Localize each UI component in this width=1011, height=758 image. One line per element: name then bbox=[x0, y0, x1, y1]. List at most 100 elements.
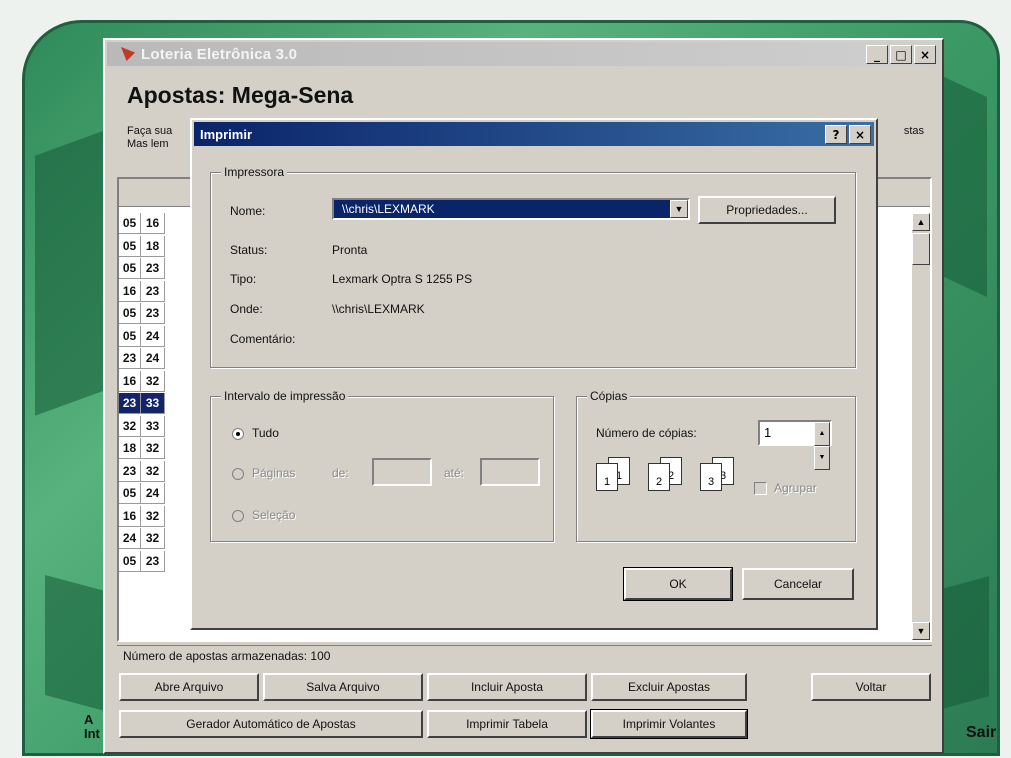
table-cell: 16 bbox=[119, 505, 141, 527]
dialog-titlebar[interactable]: Imprimir ? × bbox=[194, 122, 874, 146]
table-row[interactable]: 05 23 bbox=[119, 258, 165, 281]
app-titlebar[interactable]: Loteria Eletrônica 3.0 _ □ × bbox=[107, 42, 940, 66]
table-cell: 32 bbox=[141, 438, 165, 459]
stepper-down-icon[interactable]: ▼ bbox=[814, 446, 830, 470]
page-icon: 3 bbox=[700, 463, 722, 491]
print-slips-button[interactable]: Imprimir Volantes bbox=[590, 709, 748, 739]
open-file-button[interactable]: Abre Arquivo bbox=[119, 673, 259, 701]
table-row[interactable]: 05 23 bbox=[119, 303, 165, 326]
table-cell: 23 bbox=[141, 550, 165, 572]
where-label: Onde: bbox=[230, 302, 263, 316]
table-cell: 16 bbox=[119, 280, 141, 302]
properties-button[interactable]: Propriedades... bbox=[698, 196, 836, 224]
scroll-thumb[interactable] bbox=[912, 233, 930, 265]
table-cell: 23 bbox=[119, 393, 141, 414]
where-value: \\chris\LEXMARK bbox=[332, 302, 425, 316]
green-shape bbox=[35, 130, 105, 416]
printer-group-label: Impressora bbox=[221, 165, 288, 179]
stepper-up-icon[interactable]: ▲ bbox=[814, 422, 830, 446]
table-cell: 23 bbox=[141, 303, 165, 324]
table-cell: 32 bbox=[141, 460, 165, 482]
table-rows: 05 16 05 18 05 23 16 23 05 23 05 24 23 24 16 32 23 33 32 33… bbox=[119, 213, 165, 573]
table-row[interactable]: 05 16 bbox=[119, 213, 165, 236]
collate-pages-icon: 1 1 bbox=[596, 457, 640, 497]
app-icon bbox=[121, 47, 135, 61]
table-cell: 05 bbox=[119, 550, 141, 572]
help-button[interactable]: ? bbox=[825, 125, 847, 144]
collate-checkbox[interactable] bbox=[754, 482, 767, 495]
table-row[interactable]: 16 32 bbox=[119, 370, 165, 394]
cancel-button[interactable]: Cancelar bbox=[742, 568, 854, 600]
dialog-close-button[interactable]: × bbox=[849, 125, 871, 144]
table-cell: 05 bbox=[119, 303, 141, 324]
close-button[interactable]: × bbox=[914, 45, 936, 64]
table-cell: 33 bbox=[141, 393, 165, 414]
status-value: Pronta bbox=[332, 243, 368, 257]
status-label: Status: bbox=[230, 243, 268, 257]
table-cell: 23 bbox=[141, 280, 165, 302]
table-cell: 32 bbox=[141, 505, 165, 527]
table-cell: 18 bbox=[141, 235, 165, 257]
table-cell: 24 bbox=[141, 483, 165, 504]
vertical-scrollbar[interactable]: ▲ ▼ bbox=[912, 213, 930, 640]
table-cell: 24 bbox=[119, 528, 141, 549]
print-table-button[interactable]: Imprimir Tabela bbox=[427, 710, 587, 738]
table-row[interactable]: 32 33 bbox=[119, 415, 165, 439]
table-row[interactable]: 23 32 bbox=[119, 460, 165, 484]
radio-pages[interactable] bbox=[232, 468, 244, 480]
dialog-title: Imprimir bbox=[200, 126, 253, 142]
minimize-button[interactable]: _ bbox=[866, 45, 888, 64]
add-bet-button[interactable]: Incluir Aposta bbox=[427, 673, 587, 701]
maximize-button[interactable]: □ bbox=[890, 45, 912, 64]
table-row[interactable]: 05 18 bbox=[119, 235, 165, 259]
table-cell: 32 bbox=[141, 528, 165, 549]
to-label: até: bbox=[444, 466, 465, 480]
table-row[interactable]: 05 24 bbox=[119, 483, 165, 506]
scroll-down-icon[interactable]: ▼ bbox=[912, 622, 930, 640]
table-row[interactable]: 05 23 bbox=[119, 550, 165, 574]
table-row[interactable]: 18 32 bbox=[119, 438, 165, 461]
back-button[interactable]: Voltar bbox=[811, 673, 931, 701]
green-shape bbox=[939, 576, 989, 710]
table-row[interactable]: 23 33 bbox=[119, 393, 165, 416]
table-row[interactable]: 05 24 bbox=[119, 325, 165, 349]
table-cell: 32 bbox=[119, 415, 141, 437]
ok-button[interactable]: OK bbox=[623, 567, 733, 601]
table-cell: 05 bbox=[119, 213, 141, 234]
type-value: Lexmark Optra S 1255 PS bbox=[332, 272, 473, 286]
page-title: Apostas: Mega-Sena bbox=[127, 82, 354, 108]
auto-generator-button[interactable]: Gerador Automático de Apostas bbox=[119, 710, 423, 738]
to-page-input[interactable] bbox=[480, 458, 540, 486]
scroll-up-icon[interactable]: ▲ bbox=[912, 213, 930, 231]
table-cell: 33 bbox=[141, 415, 165, 437]
table-cell: 18 bbox=[119, 438, 141, 459]
table-cell: 23 bbox=[119, 348, 141, 369]
type-label: Tipo: bbox=[230, 272, 257, 286]
selection-label: Seleção bbox=[252, 508, 296, 522]
page-icon: 1 bbox=[596, 463, 618, 491]
page-icon: 2 bbox=[648, 463, 670, 491]
table-row[interactable]: 24 32 bbox=[119, 528, 165, 551]
radio-all[interactable] bbox=[232, 428, 244, 440]
from-page-input[interactable] bbox=[372, 458, 432, 486]
table-cell: 16 bbox=[141, 213, 165, 234]
chevron-down-icon[interactable]: ▼ bbox=[670, 200, 688, 218]
save-file-button[interactable]: Salva Arquivo bbox=[263, 673, 423, 701]
radio-selection[interactable] bbox=[232, 510, 244, 522]
delete-bets-button[interactable]: Excluir Apostas bbox=[591, 673, 747, 701]
copies-stepper[interactable]: 1 ▲ ▼ bbox=[758, 420, 832, 470]
green-shape bbox=[45, 574, 105, 712]
comment-label: Comentário: bbox=[230, 332, 296, 346]
table-cell: 05 bbox=[119, 483, 141, 504]
table-row[interactable]: 16 23 bbox=[119, 280, 165, 304]
collate-pages-icon: 2 2 bbox=[648, 457, 692, 497]
app-title: Loteria Eletrônica 3.0 bbox=[141, 45, 298, 63]
table-row[interactable]: 23 24 bbox=[119, 348, 165, 371]
printer-name-select[interactable]: \\chris\LEXMARK ▼ bbox=[332, 198, 690, 220]
table-row[interactable]: 16 32 bbox=[119, 505, 165, 529]
collate-label: Agrupar bbox=[774, 481, 817, 495]
table-cell: 23 bbox=[141, 258, 165, 279]
copies-group-label: Cópias bbox=[587, 389, 631, 403]
name-label: Nome: bbox=[230, 204, 266, 218]
side-text-left: A Int bbox=[84, 712, 100, 741]
